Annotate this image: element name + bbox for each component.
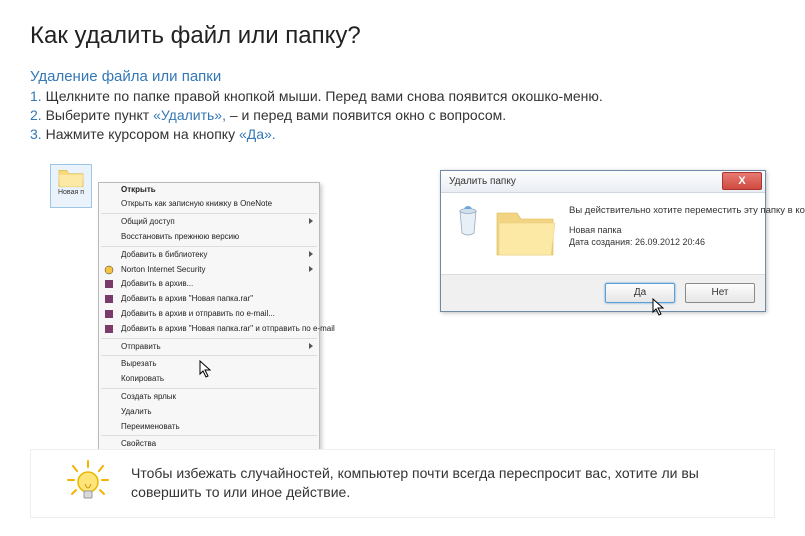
close-icon: X xyxy=(738,175,745,187)
tip-box: Чтобы избежать случайностей, компьютер п… xyxy=(30,449,775,518)
menu-send[interactable]: Отправить xyxy=(99,340,319,355)
rar-icon xyxy=(103,324,115,334)
menu-share[interactable]: Общий доступ xyxy=(99,215,319,230)
menu-rename[interactable]: Переименовать xyxy=(99,420,319,435)
step-highlight: «Удалить», xyxy=(153,107,226,123)
dialog-text: Вы действительно хотите переместить эту … xyxy=(569,205,805,264)
no-button[interactable]: Нет xyxy=(685,283,755,303)
menu-restore[interactable]: Восстановить прежнюю версию xyxy=(99,230,319,245)
rar-icon xyxy=(103,279,115,289)
delete-dialog: Удалить папку X xyxy=(440,170,766,312)
menu-delete[interactable]: Удалить xyxy=(99,405,319,420)
dialog-body: Вы действительно хотите переместить эту … xyxy=(441,193,765,274)
step-text: Выберите пункт xyxy=(46,107,153,123)
menu-library[interactable]: Добавить в библиотеку xyxy=(99,248,319,263)
dialog-folder-date: Дата создания: 26.09.2012 20:46 xyxy=(569,236,805,249)
menu-open[interactable]: Открыть xyxy=(99,183,319,198)
rar-icon xyxy=(103,294,115,304)
menu-archive-new[interactable]: Добавить в архив "Новая папка.rar" xyxy=(99,292,319,307)
folder-svg xyxy=(57,167,85,189)
step-num: 2. xyxy=(30,107,42,123)
step-text: Нажмите курсором на кнопку xyxy=(46,126,239,142)
cursor-icon xyxy=(198,359,218,379)
close-button[interactable]: X xyxy=(722,172,762,190)
menu-archive-mail[interactable]: Добавить в архив и отправить по e-mail..… xyxy=(99,307,319,322)
context-menu-illustration: Новая п Открыть Открыть как записную кни… xyxy=(50,164,320,208)
norton-icon xyxy=(103,265,115,275)
dialog-titlebar: Удалить папку X xyxy=(441,171,765,193)
dialog-folder-name: Новая папка xyxy=(569,224,805,237)
page-title: Как удалить файл или папку? xyxy=(30,22,775,50)
step-num: 1. xyxy=(30,88,42,104)
rar-icon xyxy=(103,309,115,319)
menu-archive-new-mail[interactable]: Добавить в архив "Новая папка.rar" и отп… xyxy=(99,322,319,337)
steps-list: 1. Щелкните по папке правой кнопкой мыши… xyxy=(30,87,775,144)
step-1: 1. Щелкните по папке правой кнопкой мыши… xyxy=(30,87,775,106)
menu-archive[interactable]: Добавить в архив... xyxy=(99,277,319,292)
menu-norton[interactable]: Norton Internet Security xyxy=(99,263,319,278)
step-text: Щелкните по папке правой кнопкой мыши. П… xyxy=(46,88,603,104)
menu-open-onenote[interactable]: Открыть как записную книжку в OneNote xyxy=(99,197,319,212)
cursor-icon xyxy=(651,297,671,317)
context-menu: Открыть Открыть как записную книжку в On… xyxy=(98,182,320,454)
recycle-bin-icon xyxy=(455,205,481,264)
folder-label: Новая п xyxy=(58,189,84,196)
dialog-question: Вы действительно хотите переместить эту … xyxy=(569,205,805,216)
step-highlight: «Да». xyxy=(239,126,276,142)
subtitle: Удаление файла или папки xyxy=(30,68,775,85)
dialog-title-text: Удалить папку xyxy=(449,176,516,187)
lightbulb-icon xyxy=(63,458,113,508)
folder-big-icon xyxy=(493,205,557,264)
step-text-b: – и перед вами появится окно с вопросом. xyxy=(226,107,506,123)
folder-icon[interactable]: Новая п xyxy=(50,164,92,208)
tip-text: Чтобы избежать случайностей, компьютер п… xyxy=(131,465,699,501)
step-2: 2. Выберите пункт «Удалить», – и перед в… xyxy=(30,106,775,125)
dialog-illustration: Удалить папку X xyxy=(440,170,766,312)
step-3: 3. Нажмите курсором на кнопку «Да». xyxy=(30,125,775,144)
dialog-footer: Да Нет xyxy=(441,274,765,311)
illustrations: Новая п Открыть Открыть как записную кни… xyxy=(50,164,775,312)
menu-shortcut[interactable]: Создать ярлык xyxy=(99,390,319,405)
step-num: 3. xyxy=(30,126,42,142)
